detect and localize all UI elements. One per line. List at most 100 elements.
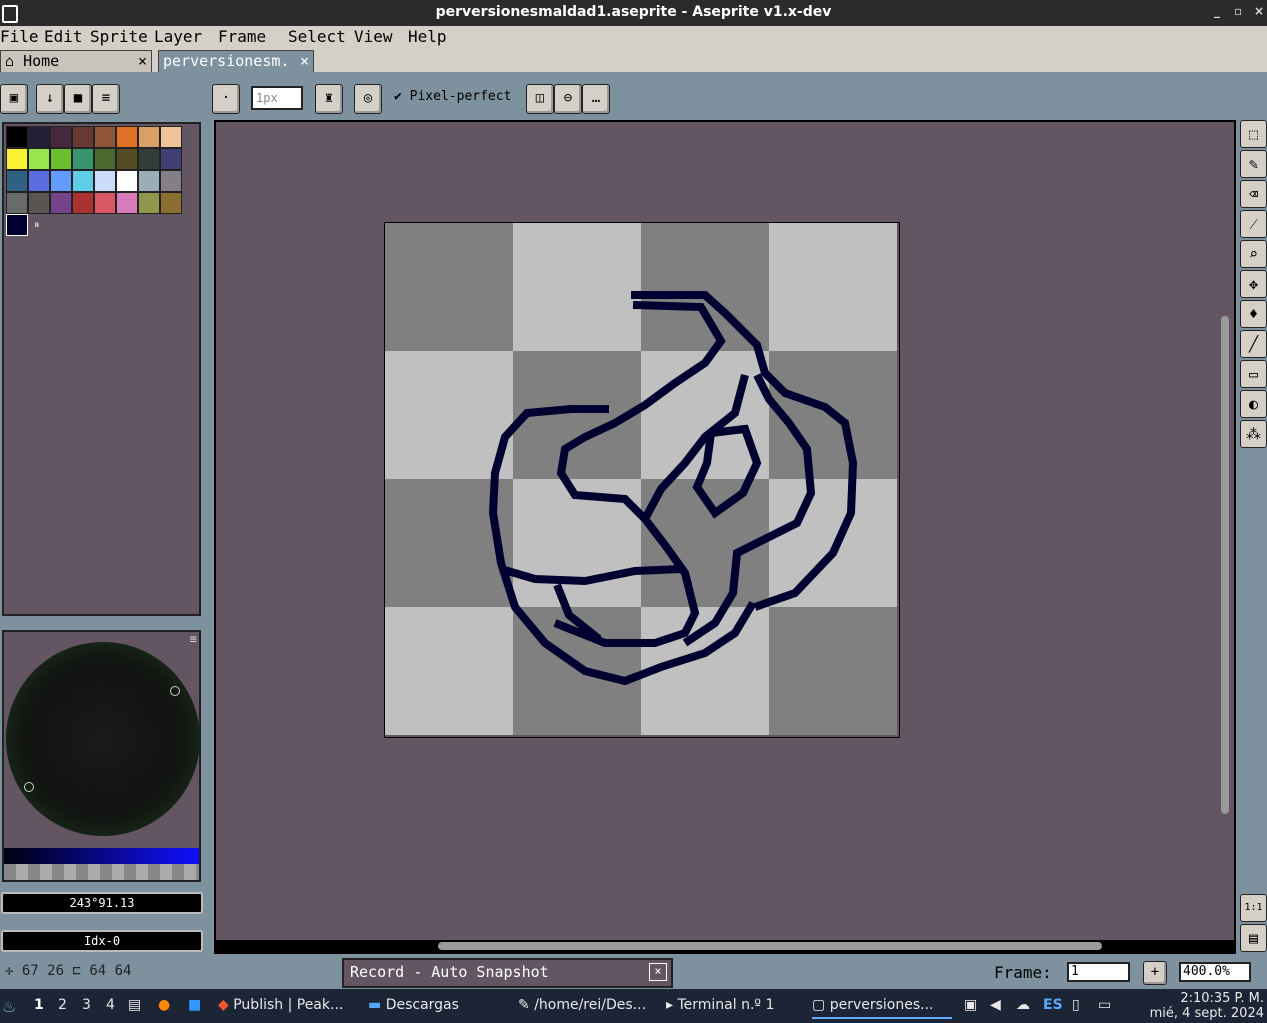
- taskbar-item-editor[interactable]: ✎ /home/rei/Des...: [518, 997, 646, 1013]
- brush-shape-button[interactable]: ·: [212, 84, 240, 114]
- curve-tool-icon[interactable]: ◐: [1240, 390, 1267, 418]
- brush-size-input[interactable]: 1px: [251, 86, 303, 110]
- menu-list-icon[interactable]: ≡: [92, 84, 120, 114]
- workspace-1[interactable]: 1: [34, 997, 44, 1013]
- menu-edit[interactable]: Edit: [44, 27, 83, 46]
- palette-swatch[interactable]: [50, 192, 72, 214]
- palette-swatch[interactable]: [28, 126, 50, 148]
- workspace-4[interactable]: 4: [106, 997, 115, 1013]
- minimize-button[interactable]: _: [1214, 4, 1220, 18]
- palette-swatch[interactable]: [72, 192, 94, 214]
- eyedropper-tool-icon[interactable]: ⁄: [1240, 210, 1267, 238]
- palette-swatch[interactable]: [138, 126, 160, 148]
- screen-icon[interactable]: ■: [188, 997, 201, 1013]
- palette-swatch[interactable]: [6, 192, 28, 214]
- stop-icon[interactable]: ■: [64, 84, 92, 114]
- rectangle-tool-icon[interactable]: ▭: [1240, 360, 1267, 388]
- more-options-icon[interactable]: …: [582, 84, 610, 114]
- keyboard-layout[interactable]: ES: [1043, 997, 1063, 1013]
- palette-swatch[interactable]: [94, 170, 116, 192]
- palette-swatch[interactable]: [94, 192, 116, 214]
- tab-sprite-file[interactable]: perversionesm. ×: [158, 50, 314, 72]
- display-icon[interactable]: ▭: [1098, 997, 1111, 1013]
- sprite-editor[interactable]: [214, 120, 1236, 954]
- lock-icon[interactable]: ▣: [0, 84, 28, 114]
- color-wheel[interactable]: [6, 642, 200, 836]
- palette-swatch[interactable]: [116, 192, 138, 214]
- move-tool-icon[interactable]: ✥: [1240, 270, 1267, 298]
- palette-swatch[interactable]: [94, 148, 116, 170]
- volume-icon[interactable]: ◀: [990, 997, 1001, 1013]
- system-menu-icon[interactable]: ♨: [2, 997, 16, 1016]
- palette-swatch[interactable]: [6, 170, 28, 192]
- palette-swatch[interactable]: [160, 126, 182, 148]
- hamburger-icon[interactable]: ≡: [190, 632, 197, 646]
- palette-swatch[interactable]: [138, 148, 160, 170]
- firefox-icon[interactable]: ●: [158, 997, 170, 1013]
- symmetry-vertical-icon[interactable]: ◫: [526, 84, 554, 114]
- palette-swatch[interactable]: [28, 148, 50, 170]
- tab-home[interactable]: ⌂ Home ×: [0, 50, 152, 72]
- color-index-field[interactable]: Idx-0: [1, 930, 203, 952]
- palette-swatch[interactable]: [116, 148, 138, 170]
- close-tab-file-button[interactable]: ×: [300, 52, 309, 70]
- palette-swatch[interactable]: [50, 148, 72, 170]
- actual-size-icon[interactable]: 1:1: [1240, 894, 1267, 922]
- close-tab-home-button[interactable]: ×: [138, 52, 147, 70]
- workspace-2[interactable]: 2: [58, 997, 67, 1013]
- horizontal-scrollbar[interactable]: [438, 942, 1102, 950]
- maximize-button[interactable]: ▫: [1234, 4, 1242, 18]
- menu-frame[interactable]: Frame: [218, 27, 266, 46]
- palette-swatch[interactable]: [50, 170, 72, 192]
- download-icon[interactable]: ↓: [36, 84, 64, 114]
- palette-swatch[interactable]: [116, 126, 138, 148]
- zoom-input[interactable]: 400.0%: [1179, 962, 1251, 982]
- rectangular-marquee-tool-icon[interactable]: ⬚: [1240, 120, 1267, 148]
- menu-layer[interactable]: Layer: [154, 27, 202, 46]
- frame-input[interactable]: 1: [1067, 962, 1130, 982]
- palette-swatch[interactable]: [160, 148, 182, 170]
- file-manager-icon[interactable]: ▤: [128, 997, 141, 1013]
- pixel-perfect-checkbox[interactable]: ✔ Pixel-perfect: [394, 89, 511, 104]
- plus-icon[interactable]: +: [1143, 961, 1167, 985]
- pencil-tool-icon[interactable]: ✎: [1240, 150, 1267, 178]
- palette-swatch[interactable]: [94, 126, 116, 148]
- close-window-button[interactable]: ×: [1254, 4, 1264, 18]
- palette-swatch[interactable]: [28, 192, 50, 214]
- close-record-button[interactable]: ×: [649, 963, 667, 981]
- taskbar-item-terminal[interactable]: ▸ Terminal n.º 1: [666, 997, 774, 1013]
- alpha-slider[interactable]: [4, 864, 199, 880]
- line-tool-icon[interactable]: ╱: [1240, 330, 1267, 358]
- palette-swatch[interactable]: [50, 126, 72, 148]
- clock[interactable]: 2:10:35 P. M. mié, 4 sept. 2024: [1150, 991, 1264, 1021]
- vertical-scrollbar[interactable]: [1221, 316, 1229, 814]
- palette-swatch[interactable]: [6, 126, 28, 148]
- palette-swatch[interactable]: [160, 170, 182, 192]
- lock-tray-icon[interactable]: ▣: [964, 997, 977, 1013]
- sprite-canvas[interactable]: [384, 222, 900, 738]
- palette-swatch[interactable]: [6, 148, 28, 170]
- palette-swatch[interactable]: [116, 170, 138, 192]
- taskbar-item-brave[interactable]: ◆ Publish | Peak...: [218, 997, 343, 1013]
- palette-swatch[interactable]: [72, 148, 94, 170]
- palette-swatch[interactable]: [160, 192, 182, 214]
- opacity-icon[interactable]: ◎: [354, 84, 382, 114]
- eraser-tool-icon[interactable]: ⌫: [1240, 180, 1267, 208]
- clipboard-icon[interactable]: ▯: [1072, 997, 1080, 1013]
- symmetry-horizontal-icon[interactable]: ⊖: [554, 84, 582, 114]
- menu-view[interactable]: View: [354, 27, 393, 46]
- menu-file[interactable]: File: [0, 27, 39, 46]
- paint-bucket-tool-icon[interactable]: ♦: [1240, 300, 1267, 328]
- timeline-icon[interactable]: ▤: [1240, 924, 1267, 952]
- palette-swatch[interactable]: [72, 126, 94, 148]
- palette-swatch[interactable]: [28, 170, 50, 192]
- menu-help[interactable]: Help: [408, 27, 447, 46]
- palette-swatch[interactable]: [138, 170, 160, 192]
- ink-icon[interactable]: ♜: [315, 84, 343, 114]
- taskbar-item-descargas[interactable]: ▬ Descargas: [368, 997, 459, 1013]
- menu-select[interactable]: Select: [288, 27, 346, 46]
- palette-swatch[interactable]: [138, 192, 160, 214]
- hsv-value-field[interactable]: 243°91.13: [1, 892, 203, 914]
- taskbar-item-aseprite[interactable]: ▢ perversiones...: [812, 997, 952, 1019]
- spray-tool-icon[interactable]: ⁂: [1240, 420, 1267, 448]
